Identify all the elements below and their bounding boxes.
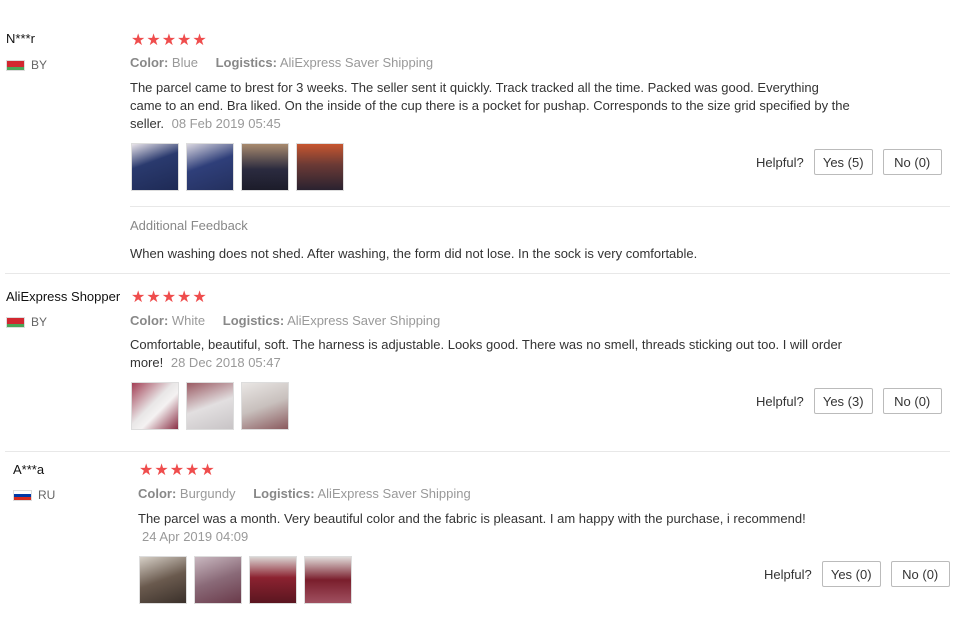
reviewer-name: N***r — [6, 31, 35, 46]
review-attributes: Color: Blue Logistics: AliExpress Saver … — [130, 55, 447, 70]
helpful-label: Helpful? — [756, 154, 804, 170]
country-code: BY — [31, 58, 48, 72]
review-photo-thumbnail[interactable] — [241, 143, 289, 191]
review-photo-thumbnail[interactable] — [131, 382, 179, 430]
star-rating: ★★★★★ — [131, 289, 208, 306]
logistics-value: AliExpress Saver Shipping — [279, 55, 434, 70]
logistics-label: Logistics: — [253, 486, 315, 501]
russia-flag-icon — [13, 489, 32, 501]
country-code: RU — [38, 488, 56, 502]
review-photo-thumbnail[interactable] — [194, 556, 242, 604]
reviewer-country: BY — [6, 58, 47, 72]
helpful-vote: Helpful? Yes (5) No (0) — [756, 149, 942, 175]
review-photos — [131, 143, 344, 191]
review-date: 28 Dec 2018 05:47 — [170, 355, 281, 370]
helpful-label: Helpful? — [756, 393, 804, 409]
additional-feedback-text: When washing does not shed. After washin… — [130, 246, 698, 261]
reviewer-name: AliExpress Shopper — [6, 289, 121, 304]
review-photo-thumbnail[interactable] — [249, 556, 297, 604]
star-rating: ★★★★★ — [139, 462, 216, 479]
helpful-vote: Helpful? Yes (0) No (0) — [764, 561, 950, 587]
helpful-no-button[interactable]: No (0) — [882, 149, 942, 175]
helpful-vote: Helpful? Yes (3) No (0) — [756, 388, 942, 414]
helpful-yes-button[interactable]: Yes (3) — [813, 388, 873, 414]
logistics-value: AliExpress Saver Shipping — [317, 486, 471, 501]
review-attributes: Color: White Logistics: AliExpress Saver… — [130, 313, 454, 328]
review-date: 24 Apr 2019 04:09 — [142, 529, 249, 544]
review-divider — [5, 273, 950, 274]
review-photos — [131, 382, 289, 430]
color-label: Color: — [138, 486, 177, 501]
divider — [130, 206, 950, 207]
additional-feedback-title: Additional Feedback — [130, 218, 248, 233]
review-body: The parcel was a month. Very beautiful c… — [138, 511, 806, 526]
helpful-no-button[interactable]: No (0) — [890, 561, 950, 587]
color-value: White — [171, 313, 206, 328]
country-code: BY — [31, 315, 48, 329]
review-divider — [5, 451, 950, 452]
color-label: Color: — [130, 313, 169, 328]
review-photo-thumbnail[interactable] — [139, 556, 187, 604]
color-value: Burgundy — [179, 486, 236, 501]
review-photo-thumbnail[interactable] — [186, 143, 234, 191]
helpful-label: Helpful? — [764, 566, 812, 582]
color-label: Color: — [130, 55, 169, 70]
review-photo-thumbnail[interactable] — [241, 382, 289, 430]
logistics-value: AliExpress Saver Shipping — [287, 313, 441, 328]
color-value: Blue — [171, 55, 198, 70]
star-rating: ★★★★★ — [131, 32, 208, 49]
review-text: The parcel came to brest for 3 weeks. Th… — [130, 79, 850, 133]
review-date: 08 Feb 2019 05:45 — [171, 116, 281, 131]
helpful-no-button[interactable]: No (0) — [882, 388, 942, 414]
review-attributes: Color: Burgundy Logistics: AliExpress Sa… — [138, 486, 485, 501]
review-photo-thumbnail[interactable] — [304, 556, 352, 604]
review-photos — [139, 556, 352, 604]
reviewer-country: BY — [6, 315, 47, 329]
reviewer-country: RU — [13, 488, 55, 502]
belarus-flag-icon — [6, 59, 25, 71]
logistics-label: Logistics: — [222, 313, 285, 328]
review-photo-thumbnail[interactable] — [131, 143, 179, 191]
review-photo-thumbnail[interactable] — [296, 143, 344, 191]
helpful-yes-button[interactable]: Yes (5) — [813, 149, 873, 175]
reviewer-name: A***a — [13, 462, 45, 477]
review-text: The parcel was a month. Very beautiful c… — [138, 510, 858, 546]
helpful-yes-button[interactable]: Yes (0) — [821, 561, 881, 587]
review-photo-thumbnail[interactable] — [186, 382, 234, 430]
logistics-label: Logistics: — [215, 55, 277, 70]
belarus-flag-icon — [6, 316, 25, 328]
review-text: Comfortable, beautiful, soft. The harnes… — [130, 336, 850, 372]
